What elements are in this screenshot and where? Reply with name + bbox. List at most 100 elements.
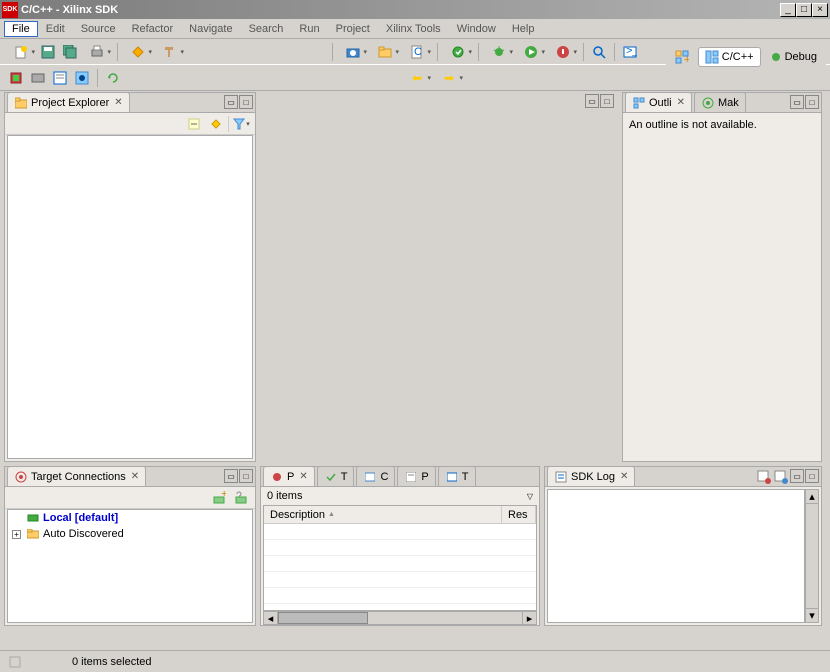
make-tab[interactable]: Mak (694, 92, 746, 112)
console-tab[interactable]: C (356, 466, 395, 486)
tb2-icon4[interactable] (72, 68, 92, 88)
add-target-button[interactable]: + (209, 488, 229, 508)
view-menu-icon[interactable]: ▽ (527, 492, 533, 501)
menu-edit[interactable]: Edit (38, 21, 73, 37)
toolbar-row-1: C >_ + C/C++ Debug (0, 39, 830, 65)
hammer-button[interactable] (155, 42, 185, 62)
expand-icon[interactable]: + (12, 530, 21, 539)
column-resource[interactable]: Res (502, 506, 536, 523)
outline-icon (632, 96, 646, 110)
new-button[interactable] (6, 42, 36, 62)
clear-log-button[interactable] (756, 469, 772, 485)
new-cpp-button[interactable]: C (402, 42, 432, 62)
outline-pane: Outli ✕ Mak ▭ □ An outline is not availa… (622, 92, 822, 462)
tree-item-local[interactable]: Local [default] (8, 510, 252, 526)
search-button[interactable] (589, 42, 609, 62)
menu-window[interactable]: Window (449, 21, 504, 37)
tb2-refresh[interactable] (103, 68, 123, 88)
perspective-debug[interactable]: Debug (763, 47, 824, 67)
debug-button[interactable] (484, 42, 514, 62)
problems-tab[interactable]: P✕ (263, 466, 315, 486)
collapse-all-button[interactable] (184, 114, 204, 134)
save-button[interactable] (38, 42, 58, 62)
minimize-pane-button[interactable]: ▭ (790, 95, 804, 109)
menu-search[interactable]: Search (241, 21, 292, 37)
build-button[interactable] (123, 42, 153, 62)
close-icon[interactable]: ✕ (114, 97, 122, 108)
scroll-thumb[interactable] (278, 612, 368, 624)
outline-message: An outline is not available. (623, 113, 821, 137)
statusbar: 0 items selected (0, 650, 830, 672)
close-icon[interactable]: ✕ (677, 97, 685, 108)
maximize-pane-button[interactable]: □ (239, 95, 253, 109)
tb2-icon2[interactable] (28, 68, 48, 88)
scroll-down-button[interactable]: ▾ (806, 608, 818, 622)
folder-icon (14, 96, 28, 110)
terminal-button[interactable]: >_ (620, 42, 640, 62)
link-editor-button[interactable] (206, 114, 226, 134)
tree-item-auto-discovered[interactable]: + Auto Discovered (8, 526, 252, 542)
svg-text:+: + (221, 491, 226, 500)
open-perspective-button[interactable]: + (668, 47, 696, 67)
target-connections-tab[interactable]: Target Connections ✕ (7, 466, 146, 486)
perspective-cpp[interactable]: C/C++ (698, 47, 761, 67)
scroll-right-button[interactable]: ▸ (522, 612, 536, 624)
menu-source[interactable]: Source (73, 21, 124, 37)
app-icon: SDK (2, 2, 18, 18)
minimize-pane-button[interactable]: ▭ (224, 469, 238, 483)
status-icon (8, 655, 22, 669)
svg-text:+: + (684, 54, 689, 64)
menu-project[interactable]: Project (328, 21, 378, 37)
tasks-tab[interactable]: T (317, 466, 355, 486)
close-button[interactable]: × (812, 3, 828, 17)
menubar: File Edit Source Refactor Navigate Searc… (0, 19, 830, 39)
menu-refactor[interactable]: Refactor (124, 21, 182, 37)
menu-navigate[interactable]: Navigate (181, 21, 240, 37)
refresh-targets-button[interactable] (231, 488, 251, 508)
editor-maximize-button[interactable]: □ (600, 94, 614, 108)
maximize-pane-button[interactable]: □ (805, 469, 819, 483)
minimize-button[interactable]: _ (780, 3, 796, 17)
column-description[interactable]: Description▲ (264, 506, 502, 523)
editor-minimize-button[interactable]: ▭ (585, 94, 599, 108)
maximize-pane-button[interactable]: □ (239, 469, 253, 483)
menu-xilinx-tools[interactable]: Xilinx Tools (378, 21, 449, 37)
terminal-tab[interactable]: T (438, 466, 476, 486)
close-icon[interactable]: ✕ (131, 471, 139, 482)
close-icon[interactable]: ✕ (620, 471, 628, 482)
target-connections-tree[interactable]: Local [default] + Auto Discovered (7, 509, 253, 623)
outline-tab[interactable]: Outli ✕ (625, 92, 692, 112)
filter-button[interactable]: ▾ (231, 114, 251, 134)
camera-button[interactable] (338, 42, 368, 62)
folder-button[interactable] (370, 42, 400, 62)
sdk-log-content[interactable] (547, 489, 805, 623)
tb2-icon1[interactable] (6, 68, 26, 88)
properties-tab[interactable]: P (397, 466, 435, 486)
nav-back-button[interactable]: ⬅ (402, 68, 432, 88)
profile-button[interactable] (548, 42, 578, 62)
minimize-pane-button[interactable]: ▭ (224, 95, 238, 109)
export-log-button[interactable] (773, 469, 789, 485)
maximize-pane-button[interactable]: □ (805, 95, 819, 109)
run-button[interactable] (516, 42, 546, 62)
sdk-log-tab[interactable]: SDK Log ✕ (547, 466, 635, 486)
print-button[interactable] (82, 42, 112, 62)
editor-area: ▭ □ (260, 92, 618, 462)
scroll-left-button[interactable]: ◂ (264, 612, 278, 624)
minimize-pane-button[interactable]: ▭ (790, 469, 804, 483)
menu-help[interactable]: Help (504, 21, 543, 37)
save-all-button[interactable] (60, 42, 80, 62)
scroll-up-button[interactable]: ▴ (806, 490, 818, 504)
build-config-button[interactable] (443, 42, 473, 62)
close-icon[interactable]: ✕ (299, 471, 307, 482)
outline-tab-label: Outli (649, 97, 672, 109)
status-selection: 0 items selected (72, 656, 151, 668)
nav-forward-button[interactable]: ➡ (434, 68, 464, 88)
menu-file[interactable]: File (4, 21, 38, 37)
problems-table-body[interactable] (264, 524, 536, 604)
maximize-button[interactable]: □ (796, 3, 812, 17)
project-explorer-tab[interactable]: Project Explorer ✕ (7, 92, 130, 112)
project-explorer-tree[interactable] (7, 135, 253, 459)
menu-run[interactable]: Run (291, 21, 327, 37)
tb2-icon3[interactable] (50, 68, 70, 88)
